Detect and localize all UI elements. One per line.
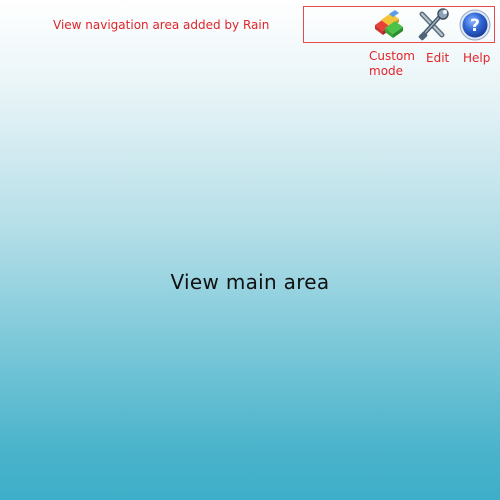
- custom-mode-label[interactable]: Custom mode: [369, 49, 419, 79]
- nav-area-caption: View navigation area added by Rain: [53, 18, 270, 32]
- edit-label[interactable]: Edit: [426, 51, 449, 66]
- main-area-title: View main area: [170, 270, 330, 294]
- svg-text:?: ?: [470, 16, 480, 36]
- custom-mode-button[interactable]: [371, 8, 405, 42]
- help-button[interactable]: ?: [458, 8, 492, 42]
- question-mark-icon: ?: [459, 9, 491, 41]
- edit-button[interactable]: [416, 8, 450, 42]
- view-main-area: View navigation area added by Rain ? Cus…: [0, 0, 500, 500]
- help-label[interactable]: Help: [463, 51, 490, 66]
- wrench-screwdriver-icon: [418, 8, 449, 41]
- custom-mode-icon: [375, 10, 403, 38]
